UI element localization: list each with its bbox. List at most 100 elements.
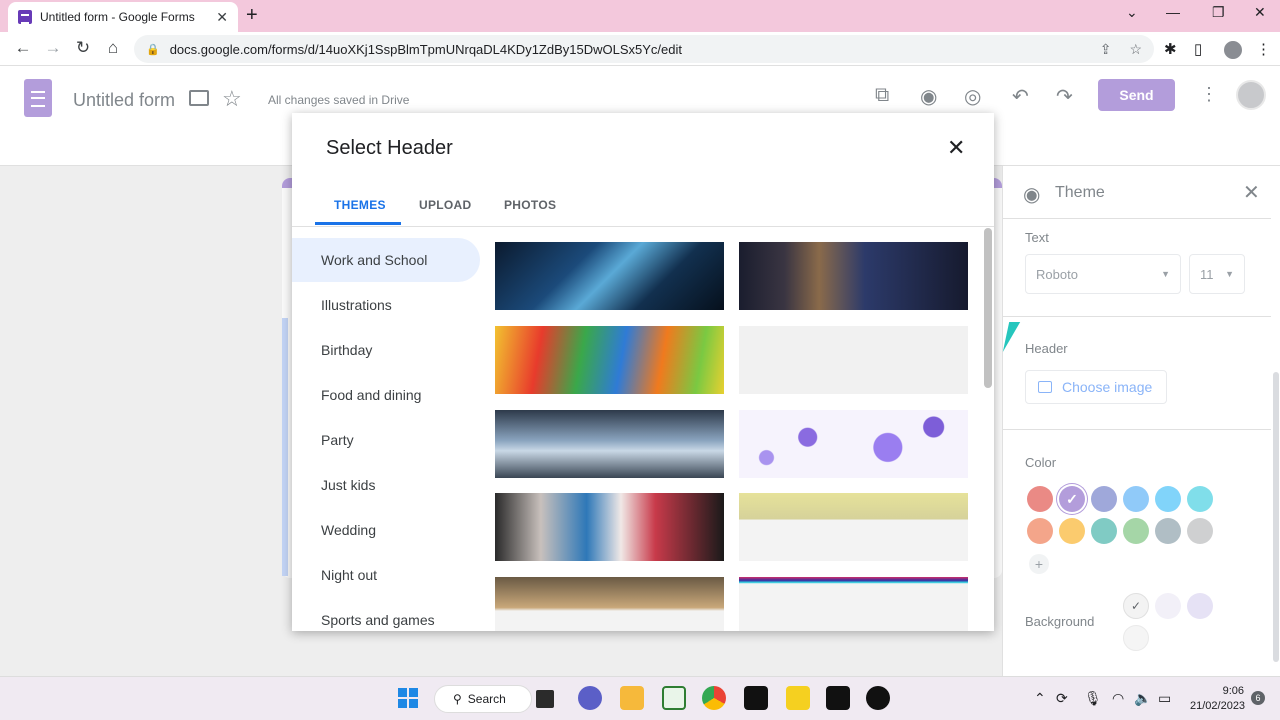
lock-icon: 🔒 (146, 43, 160, 56)
netflix-icon[interactable] (744, 686, 768, 710)
color-swatch[interactable] (1123, 486, 1149, 512)
color-swatch[interactable] (1091, 518, 1117, 544)
chrome-icon[interactable] (702, 686, 726, 710)
back-icon[interactable]: ← (12, 38, 34, 58)
category-birthday[interactable]: Birthday (292, 328, 480, 372)
account-avatar[interactable] (1236, 80, 1266, 110)
task-view-icon[interactable] (536, 690, 554, 708)
form-title[interactable]: Untitled form (73, 90, 175, 111)
tab-themes[interactable]: THEMES (334, 198, 386, 212)
bookmark-star-icon[interactable]: ☆ (1129, 41, 1142, 58)
close-window-icon[interactable]: ✕ (1254, 4, 1266, 21)
header-thumb-network[interactable] (495, 242, 724, 310)
color-swatch[interactable] (1027, 518, 1053, 544)
browser-menu-icon[interactable]: ⋮ (1256, 40, 1271, 58)
file-explorer-icon[interactable] (620, 686, 644, 710)
category-just-kids[interactable]: Just kids (292, 463, 480, 507)
search-icon: ⚲ (453, 692, 462, 706)
category-party[interactable]: Party (292, 418, 480, 462)
header-thumb-paper[interactable] (739, 493, 968, 561)
folder-icon[interactable] (189, 90, 209, 106)
send-button[interactable]: Send (1098, 79, 1175, 111)
new-tab-button[interactable]: + (246, 5, 258, 25)
theme-panel-close-icon[interactable]: ✕ (1243, 180, 1260, 205)
browser-profile-avatar[interactable] (1222, 39, 1244, 61)
redo-icon[interactable]: ↷ (1056, 84, 1073, 109)
text-label: Text (1025, 230, 1049, 245)
more-options-icon[interactable]: ⋮ (1200, 84, 1218, 105)
sync-icon[interactable]: ⟳ (1056, 690, 1068, 707)
recorder-icon[interactable] (866, 686, 890, 710)
header-thumb-basketball[interactable] (495, 410, 724, 478)
side-panel-icon[interactable]: ▯ (1194, 40, 1202, 58)
home-icon[interactable]: ⌂ (102, 38, 124, 58)
choose-image-button[interactable]: Choose image (1025, 370, 1167, 404)
tab-close-icon[interactable]: ✕ (216, 9, 228, 26)
header-thumb-guitar[interactable] (739, 242, 968, 310)
category-food-and-dining[interactable]: Food and dining (292, 373, 480, 417)
tab-upload[interactable]: UPLOAD (419, 198, 471, 212)
media-player-icon[interactable] (786, 686, 810, 710)
color-swatch[interactable] (1091, 486, 1117, 512)
header-thumb-tools[interactable] (495, 577, 724, 631)
header-thumb-paint[interactable] (495, 493, 724, 561)
font-size-select[interactable]: 11 ▼ (1189, 254, 1245, 294)
reload-icon[interactable]: ↻ (72, 38, 94, 58)
category-work-and-school[interactable]: Work and School (292, 238, 480, 282)
category-wedding[interactable]: Wedding (292, 508, 480, 552)
tab-search-icon[interactable]: ⌄ (1126, 4, 1138, 21)
teams-chat-icon[interactable] (578, 686, 602, 710)
share-icon[interactable]: ⇪ (1100, 41, 1112, 58)
dialog-close-icon[interactable]: ✕ (947, 135, 965, 161)
category-night-out[interactable]: Night out (292, 553, 480, 597)
header-thumb-night[interactable] (739, 577, 968, 631)
undo-icon[interactable]: ↶ (1012, 84, 1029, 109)
background-swatch-3[interactable] (1187, 593, 1213, 619)
color-swatch[interactable] (1059, 518, 1085, 544)
dialog-scrollbar[interactable] (984, 228, 992, 388)
browser-tab[interactable]: Untitled form - Google Forms ✕ (8, 2, 238, 32)
minimize-icon[interactable]: — (1166, 4, 1180, 20)
color-swatch[interactable]: ✓ (1059, 486, 1085, 512)
color-swatch[interactable] (1155, 486, 1181, 512)
system-clock[interactable]: 9:06 21/02/2023 (1190, 684, 1245, 714)
header-thumb-placeholder-1[interactable] (739, 326, 968, 394)
header-thumb-purple-bubbles[interactable] (739, 410, 968, 478)
preview-eye-icon[interactable]: ◎ (964, 84, 981, 109)
addons-puzzle-icon[interactable]: ⧉ (875, 84, 889, 107)
palette-icon[interactable]: ◉ (920, 84, 937, 109)
color-swatch[interactable] (1155, 518, 1181, 544)
background-swatch-1[interactable]: ✓ (1123, 593, 1149, 619)
star-icon[interactable]: ☆ (222, 86, 242, 112)
forms-logo-icon[interactable] (24, 79, 52, 117)
address-bar[interactable]: 🔒 docs.google.com/forms/d/14uoXKj1SspBlm… (134, 35, 1154, 63)
chevron-down-icon: ▼ (1161, 269, 1170, 279)
capcut-icon[interactable] (826, 686, 850, 710)
battery-icon[interactable]: ▭ (1158, 690, 1171, 707)
header-thumb-candy[interactable] (495, 326, 724, 394)
forward-icon[interactable]: → (42, 38, 64, 58)
background-swatch-4[interactable] (1123, 625, 1149, 651)
windows-start-icon[interactable] (398, 688, 418, 708)
tab-photos[interactable]: PHOTOS (504, 198, 556, 212)
theme-panel-scrollbar[interactable] (1273, 372, 1279, 662)
notification-badge[interactable]: 6 (1251, 691, 1265, 705)
font-family-select[interactable]: Roboto ▼ (1025, 254, 1181, 294)
color-swatch[interactable] (1123, 518, 1149, 544)
chevron-up-icon[interactable]: ⌃ (1034, 690, 1046, 707)
microphone-icon[interactable]: 🎙 (1084, 690, 1102, 707)
volume-icon[interactable]: 🔈 (1134, 690, 1151, 707)
color-swatch[interactable] (1027, 486, 1053, 512)
category-sports-and-games[interactable]: Sports and games (292, 598, 480, 631)
add-color-icon[interactable]: + (1029, 554, 1049, 574)
category-illustrations[interactable]: Illustrations (292, 283, 480, 327)
extensions-icon[interactable]: ✱ (1164, 40, 1177, 58)
background-swatch-2[interactable] (1155, 593, 1181, 619)
taskbar-search[interactable]: ⚲ Search (434, 685, 532, 713)
snipping-tool-icon[interactable] (662, 686, 686, 710)
color-swatch[interactable] (1187, 518, 1213, 544)
maximize-icon[interactable]: ❐ (1212, 4, 1225, 21)
check-icon: ✓ (1130, 599, 1142, 613)
color-swatch[interactable] (1187, 486, 1213, 512)
wifi-icon[interactable]: ◠ (1112, 690, 1124, 707)
